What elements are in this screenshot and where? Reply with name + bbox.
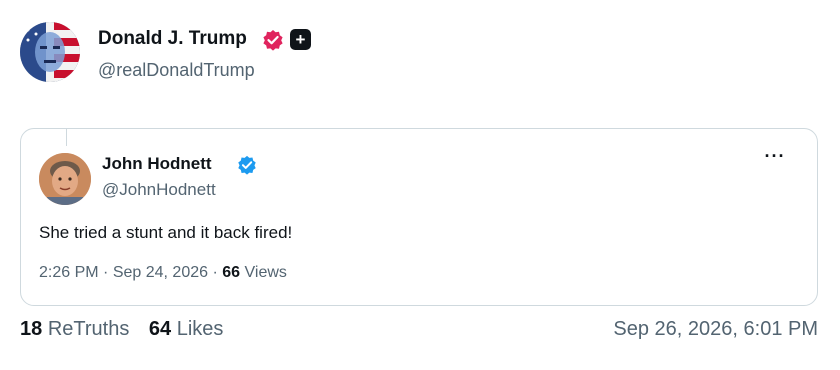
truth-post: Donald J. Trump + @realDonaldTrump John …: [0, 0, 840, 370]
more-options-button[interactable]: ···: [761, 147, 789, 169]
retruths-count: 18: [20, 318, 43, 340]
plus-badge-icon: +: [290, 29, 311, 50]
author-handle[interactable]: @realDonaldTrump: [98, 60, 255, 81]
meta-separator: ·: [212, 264, 218, 281]
post-stats: 18 ReTruths 64 Likes: [20, 318, 237, 341]
retruths-label: ReTruths: [47, 318, 130, 340]
post-timestamp[interactable]: Sep 26, 2026, 6:01 PM: [613, 318, 818, 341]
author-name[interactable]: Donald J. Trump: [98, 28, 247, 50]
author-avatar[interactable]: [20, 22, 80, 82]
likes-stat[interactable]: 64 Likes: [149, 318, 224, 340]
thread-connector-line: [66, 128, 67, 146]
flag-face-avatar-icon: [20, 22, 80, 82]
views-label: Views: [244, 264, 287, 281]
quoted-author-avatar[interactable]: [39, 153, 91, 205]
quoted-post-meta: 2:26 PM · Sep 24, 2026 · 66 Views: [39, 264, 287, 282]
quoted-post-card[interactable]: John Hodnett @JohnHodnett ··· She tried …: [20, 128, 818, 306]
person-avatar-icon: [39, 153, 91, 205]
views-count: 66: [222, 264, 241, 281]
verified-badge-icon: [263, 30, 283, 51]
quoted-author-handle[interactable]: @JohnHodnett: [102, 180, 216, 200]
quoted-author-name[interactable]: John Hodnett: [102, 154, 212, 174]
retruths-stat[interactable]: 18 ReTruths: [20, 318, 129, 340]
quoted-post-time[interactable]: 2:26 PM: [39, 264, 99, 281]
meta-separator: ·: [103, 264, 109, 281]
quoted-post-date[interactable]: Sep 24, 2026: [113, 264, 208, 281]
likes-count: 64: [148, 318, 172, 340]
quoted-post-text: She tried a stunt and it back fired!: [39, 223, 293, 242]
likes-label: Likes: [176, 318, 224, 340]
verified-badge-icon: [238, 155, 256, 175]
